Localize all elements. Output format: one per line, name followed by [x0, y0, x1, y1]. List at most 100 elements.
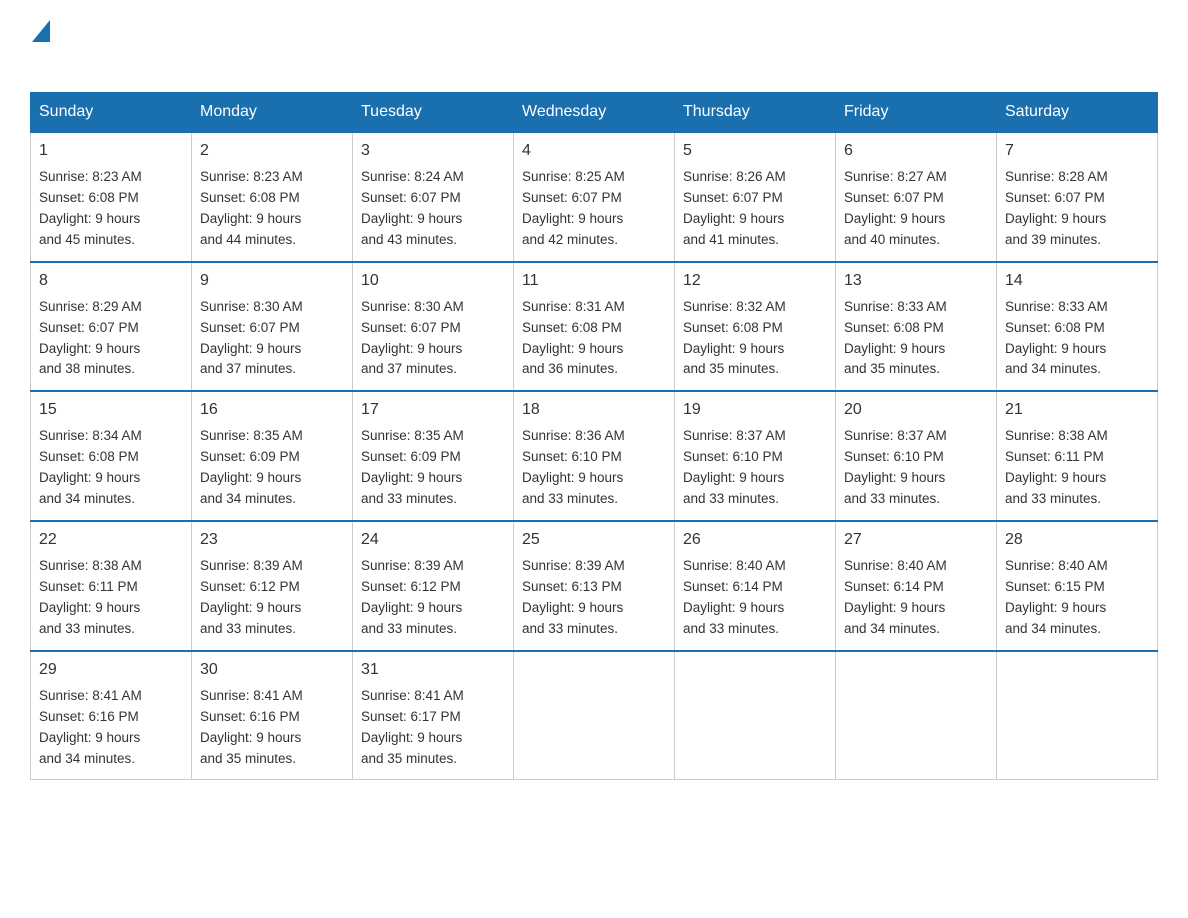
day-number: 13 [844, 269, 988, 293]
day-info: Sunrise: 8:33 AMSunset: 6:08 PMDaylight:… [1005, 297, 1149, 381]
calendar-day-cell: 30 Sunrise: 8:41 AMSunset: 6:16 PMDaylig… [192, 651, 353, 780]
day-number: 5 [683, 139, 827, 163]
day-info: Sunrise: 8:28 AMSunset: 6:07 PMDaylight:… [1005, 167, 1149, 251]
day-number: 14 [1005, 269, 1149, 293]
day-info: Sunrise: 8:30 AMSunset: 6:07 PMDaylight:… [200, 297, 344, 381]
day-number: 31 [361, 658, 505, 682]
day-number: 10 [361, 269, 505, 293]
calendar-day-cell: 22 Sunrise: 8:38 AMSunset: 6:11 PMDaylig… [31, 521, 192, 651]
calendar-day-cell: 29 Sunrise: 8:41 AMSunset: 6:16 PMDaylig… [31, 651, 192, 780]
calendar-day-cell: 13 Sunrise: 8:33 AMSunset: 6:08 PMDaylig… [836, 262, 997, 392]
logo [30, 20, 50, 72]
day-number: 29 [39, 658, 183, 682]
day-info: Sunrise: 8:40 AMSunset: 6:14 PMDaylight:… [683, 556, 827, 640]
calendar-day-cell: 7 Sunrise: 8:28 AMSunset: 6:07 PMDayligh… [997, 132, 1158, 262]
day-info: Sunrise: 8:32 AMSunset: 6:08 PMDaylight:… [683, 297, 827, 381]
calendar-day-cell: 24 Sunrise: 8:39 AMSunset: 6:12 PMDaylig… [353, 521, 514, 651]
day-info: Sunrise: 8:41 AMSunset: 6:16 PMDaylight:… [39, 686, 183, 770]
calendar-header-row: SundayMondayTuesdayWednesdayThursdayFrid… [31, 93, 1158, 133]
logo-triangle-icon [32, 20, 50, 47]
header-thursday: Thursday [675, 93, 836, 133]
calendar-day-cell: 19 Sunrise: 8:37 AMSunset: 6:10 PMDaylig… [675, 391, 836, 521]
day-number: 23 [200, 528, 344, 552]
page-header [30, 20, 1158, 72]
day-number: 16 [200, 398, 344, 422]
calendar-empty-cell [836, 651, 997, 780]
calendar-week-row: 29 Sunrise: 8:41 AMSunset: 6:16 PMDaylig… [31, 651, 1158, 780]
calendar-day-cell: 9 Sunrise: 8:30 AMSunset: 6:07 PMDayligh… [192, 262, 353, 392]
header-saturday: Saturday [997, 93, 1158, 133]
day-info: Sunrise: 8:38 AMSunset: 6:11 PMDaylight:… [39, 556, 183, 640]
calendar-empty-cell [675, 651, 836, 780]
day-number: 19 [683, 398, 827, 422]
day-info: Sunrise: 8:37 AMSunset: 6:10 PMDaylight:… [844, 426, 988, 510]
day-number: 3 [361, 139, 505, 163]
day-number: 18 [522, 398, 666, 422]
day-number: 17 [361, 398, 505, 422]
day-info: Sunrise: 8:39 AMSunset: 6:13 PMDaylight:… [522, 556, 666, 640]
header-wednesday: Wednesday [514, 93, 675, 133]
calendar-day-cell: 26 Sunrise: 8:40 AMSunset: 6:14 PMDaylig… [675, 521, 836, 651]
day-info: Sunrise: 8:31 AMSunset: 6:08 PMDaylight:… [522, 297, 666, 381]
day-info: Sunrise: 8:35 AMSunset: 6:09 PMDaylight:… [361, 426, 505, 510]
day-info: Sunrise: 8:25 AMSunset: 6:07 PMDaylight:… [522, 167, 666, 251]
day-info: Sunrise: 8:35 AMSunset: 6:09 PMDaylight:… [200, 426, 344, 510]
calendar-day-cell: 17 Sunrise: 8:35 AMSunset: 6:09 PMDaylig… [353, 391, 514, 521]
header-tuesday: Tuesday [353, 93, 514, 133]
calendar-week-row: 22 Sunrise: 8:38 AMSunset: 6:11 PMDaylig… [31, 521, 1158, 651]
day-number: 4 [522, 139, 666, 163]
day-info: Sunrise: 8:38 AMSunset: 6:11 PMDaylight:… [1005, 426, 1149, 510]
calendar-day-cell: 11 Sunrise: 8:31 AMSunset: 6:08 PMDaylig… [514, 262, 675, 392]
day-info: Sunrise: 8:40 AMSunset: 6:14 PMDaylight:… [844, 556, 988, 640]
calendar-table: SundayMondayTuesdayWednesdayThursdayFrid… [30, 92, 1158, 780]
day-info: Sunrise: 8:23 AMSunset: 6:08 PMDaylight:… [200, 167, 344, 251]
day-number: 26 [683, 528, 827, 552]
day-info: Sunrise: 8:39 AMSunset: 6:12 PMDaylight:… [361, 556, 505, 640]
day-number: 15 [39, 398, 183, 422]
day-number: 11 [522, 269, 666, 293]
day-number: 22 [39, 528, 183, 552]
day-number: 24 [361, 528, 505, 552]
calendar-day-cell: 16 Sunrise: 8:35 AMSunset: 6:09 PMDaylig… [192, 391, 353, 521]
day-info: Sunrise: 8:39 AMSunset: 6:12 PMDaylight:… [200, 556, 344, 640]
day-info: Sunrise: 8:27 AMSunset: 6:07 PMDaylight:… [844, 167, 988, 251]
day-info: Sunrise: 8:33 AMSunset: 6:08 PMDaylight:… [844, 297, 988, 381]
day-number: 20 [844, 398, 988, 422]
day-number: 30 [200, 658, 344, 682]
calendar-day-cell: 23 Sunrise: 8:39 AMSunset: 6:12 PMDaylig… [192, 521, 353, 651]
calendar-week-row: 1 Sunrise: 8:23 AMSunset: 6:08 PMDayligh… [31, 132, 1158, 262]
calendar-day-cell: 27 Sunrise: 8:40 AMSunset: 6:14 PMDaylig… [836, 521, 997, 651]
day-number: 8 [39, 269, 183, 293]
day-info: Sunrise: 8:23 AMSunset: 6:08 PMDaylight:… [39, 167, 183, 251]
calendar-day-cell: 1 Sunrise: 8:23 AMSunset: 6:08 PMDayligh… [31, 132, 192, 262]
day-number: 7 [1005, 139, 1149, 163]
calendar-day-cell: 10 Sunrise: 8:30 AMSunset: 6:07 PMDaylig… [353, 262, 514, 392]
calendar-day-cell: 2 Sunrise: 8:23 AMSunset: 6:08 PMDayligh… [192, 132, 353, 262]
calendar-day-cell: 8 Sunrise: 8:29 AMSunset: 6:07 PMDayligh… [31, 262, 192, 392]
header-sunday: Sunday [31, 93, 192, 133]
day-info: Sunrise: 8:41 AMSunset: 6:17 PMDaylight:… [361, 686, 505, 770]
calendar-week-row: 8 Sunrise: 8:29 AMSunset: 6:07 PMDayligh… [31, 262, 1158, 392]
day-info: Sunrise: 8:40 AMSunset: 6:15 PMDaylight:… [1005, 556, 1149, 640]
calendar-day-cell: 4 Sunrise: 8:25 AMSunset: 6:07 PMDayligh… [514, 132, 675, 262]
calendar-day-cell: 15 Sunrise: 8:34 AMSunset: 6:08 PMDaylig… [31, 391, 192, 521]
calendar-day-cell: 20 Sunrise: 8:37 AMSunset: 6:10 PMDaylig… [836, 391, 997, 521]
calendar-day-cell: 21 Sunrise: 8:38 AMSunset: 6:11 PMDaylig… [997, 391, 1158, 521]
day-number: 12 [683, 269, 827, 293]
day-number: 9 [200, 269, 344, 293]
calendar-day-cell: 14 Sunrise: 8:33 AMSunset: 6:08 PMDaylig… [997, 262, 1158, 392]
day-number: 2 [200, 139, 344, 163]
day-info: Sunrise: 8:26 AMSunset: 6:07 PMDaylight:… [683, 167, 827, 251]
day-info: Sunrise: 8:41 AMSunset: 6:16 PMDaylight:… [200, 686, 344, 770]
calendar-day-cell: 3 Sunrise: 8:24 AMSunset: 6:07 PMDayligh… [353, 132, 514, 262]
day-number: 1 [39, 139, 183, 163]
day-number: 25 [522, 528, 666, 552]
day-number: 28 [1005, 528, 1149, 552]
header-friday: Friday [836, 93, 997, 133]
calendar-day-cell: 6 Sunrise: 8:27 AMSunset: 6:07 PMDayligh… [836, 132, 997, 262]
calendar-week-row: 15 Sunrise: 8:34 AMSunset: 6:08 PMDaylig… [31, 391, 1158, 521]
calendar-empty-cell [514, 651, 675, 780]
calendar-day-cell: 12 Sunrise: 8:32 AMSunset: 6:08 PMDaylig… [675, 262, 836, 392]
day-number: 6 [844, 139, 988, 163]
calendar-day-cell: 28 Sunrise: 8:40 AMSunset: 6:15 PMDaylig… [997, 521, 1158, 651]
